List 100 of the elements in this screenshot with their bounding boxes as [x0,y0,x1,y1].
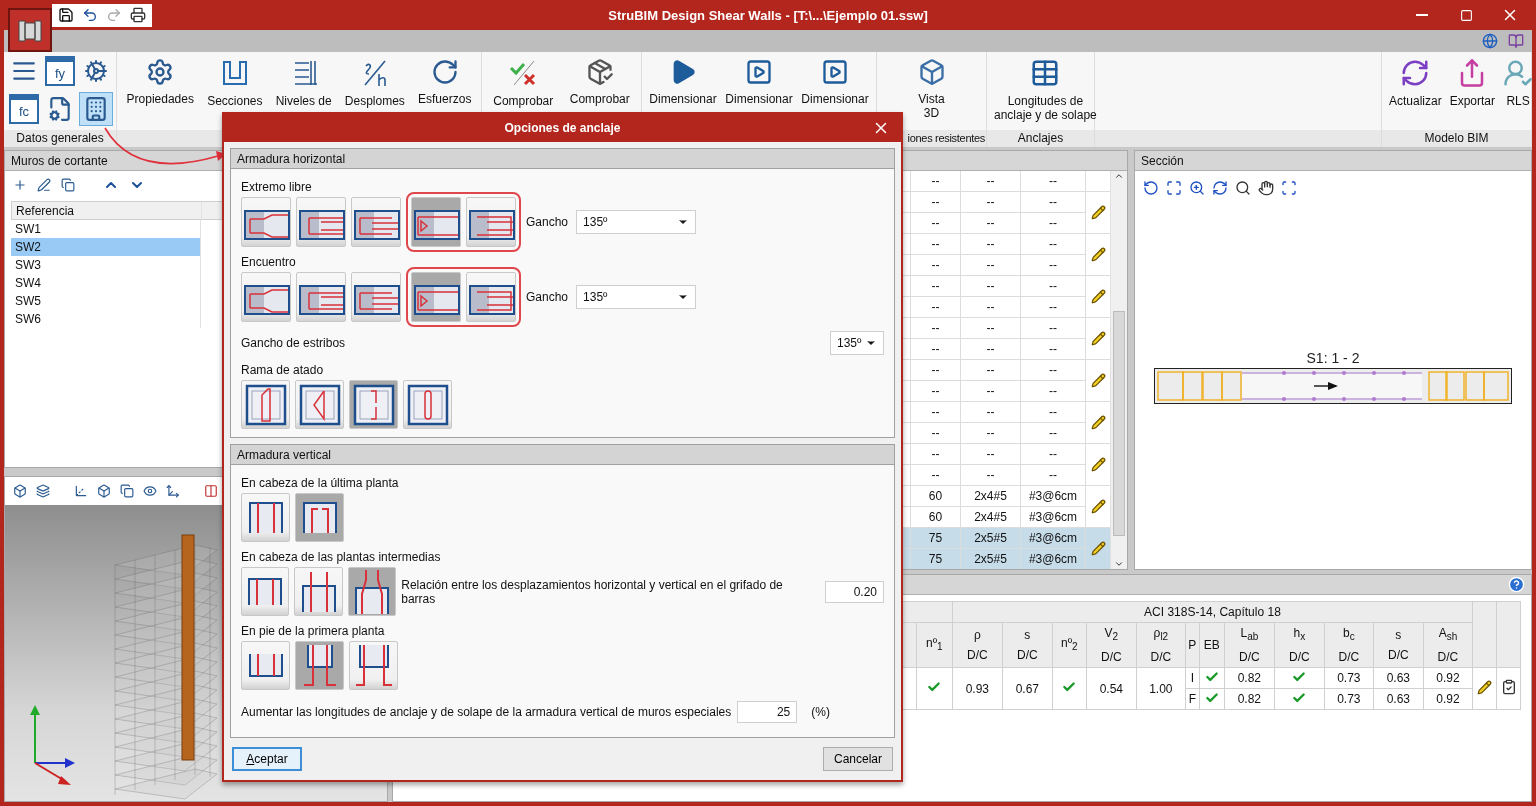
option-label: En cabeza de las plantas intermedias [241,550,442,564]
ribbon-button[interactable]: Dimensionar [646,58,720,106]
option-tile[interactable] [241,641,290,690]
zoom-all-icon[interactable] [1166,180,1182,196]
move-icon[interactable] [166,484,180,498]
ribbon-button[interactable]: Exportar [1446,58,1499,108]
zoom-in-icon[interactable] [1189,180,1205,196]
dropdown[interactable]: 135º [830,331,884,355]
help-icon[interactable] [1508,576,1525,593]
vertical-bar-icon [248,502,283,533]
ribbon-button[interactable]: Comprobar [566,58,633,106]
list-item[interactable]: SW5 [11,292,201,310]
table-cell: -- [1021,276,1086,297]
scrollbar[interactable] [1110,171,1127,569]
ribbon-button[interactable]: Niveles de [272,58,335,108]
option-tile[interactable] [349,380,398,429]
option-tile[interactable] [466,197,516,247]
option-tile[interactable] [295,493,344,542]
ribbon-button[interactable]: Comprobar [490,58,557,108]
ribbon-button[interactable]: Dimensionar [722,58,796,106]
table-cell: 2x4#5 [961,486,1021,507]
list-item[interactable]: SW2 [11,238,201,256]
ribbon-button[interactable]: Longitudes de anclaje y de solape [991,58,1100,122]
axes-button-icon[interactable] [74,484,88,498]
ribbon-button[interactable]: Desplomes [341,58,408,108]
pencil-icon[interactable] [1090,499,1106,514]
report-icon[interactable] [1500,679,1517,696]
table-cell: 75 [911,549,961,569]
ribbon-button[interactable]: Dimensionar [798,58,872,106]
toolbar-button[interactable] [79,92,113,126]
folder-tool[interactable]: fy [45,56,75,86]
cube-icon[interactable] [13,484,27,498]
option-tile[interactable] [241,197,291,247]
copy-icon[interactable] [61,178,75,192]
scroll-down-icon[interactable] [1114,559,1124,569]
list-item[interactable]: SW3 [11,256,201,274]
option-tile[interactable] [466,272,516,322]
option-tile[interactable] [241,493,290,542]
ribbon-button[interactable]: RLS [1500,58,1536,108]
input-field[interactable]: 25 [737,701,798,723]
edit-icon[interactable] [37,178,51,192]
fit-icon[interactable] [1281,180,1297,196]
list-item[interactable]: SW6 [11,310,201,328]
layers-icon[interactable] [36,484,50,498]
vertical-bar-icon [302,502,337,533]
option-tile[interactable] [351,197,401,247]
pencil-icon[interactable] [1090,289,1106,304]
pencil-icon[interactable] [1090,247,1106,262]
input-field[interactable]: 0.20 [824,580,884,603]
ribbon-button[interactable]: Propiedades [123,58,197,106]
pencil-icon[interactable] [1090,541,1106,556]
option-tile[interactable] [241,567,290,616]
save-icon[interactable] [58,7,74,23]
ribbon-button[interactable]: Vista 3D [914,58,949,120]
pencil-icon[interactable] [1090,373,1106,388]
copy-icon[interactable] [120,484,134,498]
ribbon-button[interactable]: Secciones [204,58,266,108]
app-logo[interactable] [8,8,52,52]
cube-icon[interactable] [97,484,111,498]
option-tile[interactable] [351,272,401,322]
dialog-button[interactable]: Aceptar [232,747,302,771]
option-tile[interactable] [403,380,452,429]
ribbon-button[interactable]: Actualizar [1386,58,1445,108]
folder-tool[interactable]: fc [9,94,39,124]
option-tile[interactable] [349,641,398,690]
undo-icon[interactable] [82,7,98,23]
globe-icon[interactable] [1482,33,1498,49]
option-tile[interactable] [295,641,344,690]
add-icon[interactable] [13,178,27,192]
option-tile[interactable] [296,197,346,247]
redraw-icon[interactable] [1212,180,1228,196]
pencil-icon[interactable] [1090,331,1106,346]
pencil-icon[interactable] [1090,415,1106,430]
ribbon-button[interactable]: Esfuerzos [415,58,475,106]
table-cell: -- [1021,192,1086,213]
eye-icon[interactable] [143,484,157,498]
dropdown[interactable]: 135º [576,210,697,234]
pencil-icon[interactable] [1090,205,1106,220]
field-label: Gancho [526,290,569,304]
option-tile[interactable] [296,272,346,322]
option-tile[interactable] [295,380,344,429]
option-tile[interactable] [411,272,461,322]
dialog-button[interactable]: Cancelar [823,747,893,771]
option-tile[interactable] [241,380,290,429]
list-item[interactable]: SW4 [11,274,201,292]
rotate-icon[interactable] [1143,180,1159,196]
scroll-up-icon[interactable] [1114,171,1124,181]
pencil-icon[interactable] [1477,679,1492,695]
dropdown[interactable]: 135º [576,285,697,309]
book-icon[interactable] [1508,33,1524,49]
columns-icon[interactable] [204,484,218,498]
option-tile[interactable] [411,197,461,247]
printer-icon[interactable] [130,7,146,23]
vertical-bar-icon [354,645,393,686]
zoom-window-icon[interactable] [1235,180,1251,196]
pencil-icon[interactable] [1090,457,1106,472]
option-tile[interactable] [241,272,291,322]
pan-icon[interactable] [1258,180,1274,196]
option-tile[interactable] [294,567,343,616]
option-tile[interactable] [347,567,397,616]
